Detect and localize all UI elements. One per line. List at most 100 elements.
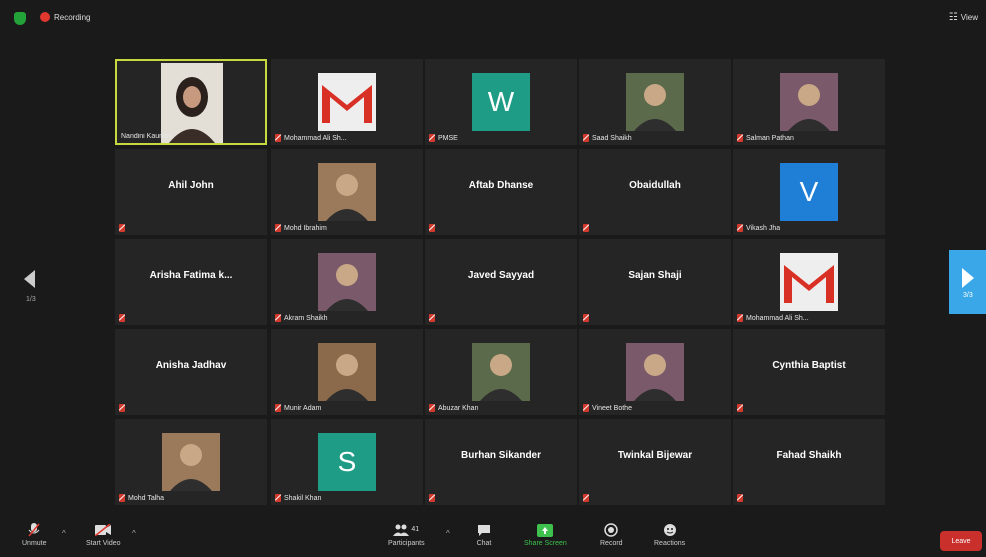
avatar-letter: S	[318, 433, 376, 491]
record-label: Record	[600, 540, 623, 547]
participant-status	[429, 314, 435, 322]
record-dot-icon	[40, 12, 50, 22]
participants-count: 41	[411, 526, 420, 533]
unmute-button[interactable]: Unmute	[22, 523, 47, 547]
participant-name-label: Mohd Ibrahim	[275, 224, 327, 232]
participant-tile[interactable]: V Vikash Jha	[733, 149, 885, 235]
participant-name: Mohd Ibrahim	[284, 224, 327, 232]
muted-mic-icon	[737, 224, 743, 232]
participant-tile[interactable]: Mohd Ibrahim	[271, 149, 423, 235]
participant-tile[interactable]: Mohd Talha	[115, 419, 267, 505]
reactions-label: Reactions	[654, 540, 686, 547]
participant-avatar-photo	[780, 73, 838, 131]
muted-mic-icon	[429, 314, 435, 322]
chevron-left-icon	[24, 270, 35, 288]
participant-tile[interactable]: Anisha Jadhav	[115, 329, 267, 415]
participant-name: Akram Shaikh	[284, 314, 328, 322]
muted-mic-icon	[737, 494, 743, 502]
participant-avatar-photo	[318, 253, 376, 311]
participant-name-label: Munir Adam	[275, 404, 321, 412]
participant-tile[interactable]: Javed Sayyad	[425, 239, 577, 325]
participant-tile[interactable]: Mohammad Ali Sh...	[271, 59, 423, 145]
security-shield-icon[interactable]	[14, 12, 26, 25]
participant-name-label: Nandini Kaundal	[121, 133, 172, 140]
participant-name: Saad Shaikh	[592, 134, 632, 142]
unmute-label: Unmute	[22, 540, 47, 547]
participant-tile[interactable]: Fahad Shaikh	[733, 419, 885, 505]
video-off-icon	[95, 523, 112, 537]
meeting-toolbar: Unmute ^ Start Video ^ 41 Participants ^…	[0, 517, 986, 557]
participants-options-caret[interactable]: ^	[446, 529, 450, 538]
page-indicator-right: 3/3	[963, 292, 973, 299]
share-screen-button[interactable]: Share Screen	[524, 523, 567, 547]
participant-tile[interactable]: Akram Shaikh	[271, 239, 423, 325]
muted-mic-icon	[429, 494, 435, 502]
view-label: View	[960, 13, 978, 22]
participant-status	[583, 224, 589, 232]
muted-mic-icon	[275, 404, 281, 412]
participant-name-label: Vineet Bothe	[583, 404, 632, 412]
muted-mic-icon	[737, 314, 743, 322]
muted-mic-icon	[429, 404, 435, 412]
top-bar: Recording ☷ View	[0, 0, 986, 40]
reactions-button[interactable]: Reactions	[654, 523, 685, 547]
participant-display-name: Javed Sayyad	[467, 269, 535, 281]
participants-button[interactable]: 41 Participants	[388, 523, 425, 547]
record-button[interactable]: Record	[600, 523, 623, 547]
participants-label: Participants	[388, 540, 425, 547]
participant-tile[interactable]: Burhan Sikander	[425, 419, 577, 505]
participant-avatar-photo	[162, 433, 220, 491]
muted-mic-icon	[119, 314, 125, 322]
participant-tile[interactable]: Salman Pathan	[733, 59, 885, 145]
participant-tile[interactable]: Abuzar Khan	[425, 329, 577, 415]
participant-avatar-photo	[626, 73, 684, 131]
participant-display-name: Burhan Sikander	[460, 449, 542, 461]
video-options-caret[interactable]: ^	[132, 529, 136, 538]
participant-tile[interactable]: Obaidullah	[579, 149, 731, 235]
participants-icon: 41	[391, 523, 421, 537]
participant-avatar-photo	[472, 343, 530, 401]
leave-button[interactable]: Leave	[940, 531, 982, 551]
participant-status	[429, 224, 435, 232]
participant-display-name: Obaidullah	[629, 179, 681, 191]
participant-name: Abuzar Khan	[438, 404, 479, 412]
previous-page-button[interactable]: 1/3	[16, 262, 46, 322]
participant-name: Salman Pathan	[746, 134, 794, 142]
participant-name-label: Vikash Jha	[737, 224, 780, 232]
participant-display-name: Fahad Shaikh	[776, 449, 842, 461]
muted-mic-icon	[583, 494, 589, 502]
participant-tile[interactable]: W PMSE	[425, 59, 577, 145]
muted-mic-icon	[429, 134, 435, 142]
grid-view-icon: ☷	[948, 12, 958, 23]
participant-tile[interactable]: Nandini Kaundal	[115, 59, 267, 145]
participant-tile[interactable]: Vineet Bothe	[579, 329, 731, 415]
view-button[interactable]: ☷ View	[949, 12, 978, 23]
participant-tile[interactable]: S Shakil Khan	[271, 419, 423, 505]
participant-tile[interactable]: Aftab Dhanse	[425, 149, 577, 235]
chat-button[interactable]: Chat	[476, 523, 492, 547]
audio-options-caret[interactable]: ^	[62, 529, 66, 538]
participant-name-label: Saad Shaikh	[583, 134, 632, 142]
participant-tile[interactable]: Ahil John	[115, 149, 267, 235]
participant-tile[interactable]: Twinkal Bijewar	[579, 419, 731, 505]
participant-display-name: Anisha Jadhav	[155, 359, 227, 371]
participant-status	[119, 224, 125, 232]
participant-status	[583, 314, 589, 322]
recording-indicator[interactable]: Recording	[40, 12, 90, 22]
participant-tile[interactable]: Saad Shaikh	[579, 59, 731, 145]
muted-mic-icon	[119, 494, 125, 502]
smiley-icon	[662, 523, 678, 537]
next-page-button[interactable]: 3/3	[949, 250, 986, 314]
muted-mic-icon	[583, 404, 589, 412]
participant-status	[737, 404, 743, 412]
muted-mic-icon	[275, 494, 281, 502]
participant-tile[interactable]: Sajan Shaji	[579, 239, 731, 325]
participant-tile[interactable]: Mohammad Ali Sh...	[733, 239, 885, 325]
participant-tile[interactable]: Cynthia Baptist	[733, 329, 885, 415]
participant-tile[interactable]: Arisha Fatima k...	[115, 239, 267, 325]
participant-name-label: Mohd Talha	[119, 494, 164, 502]
start-video-button[interactable]: Start Video	[86, 523, 121, 547]
participant-name-label: Mohammad Ali Sh...	[275, 134, 347, 142]
participant-name: Nandini Kaundal	[121, 133, 173, 140]
participant-tile[interactable]: Munir Adam	[271, 329, 423, 415]
